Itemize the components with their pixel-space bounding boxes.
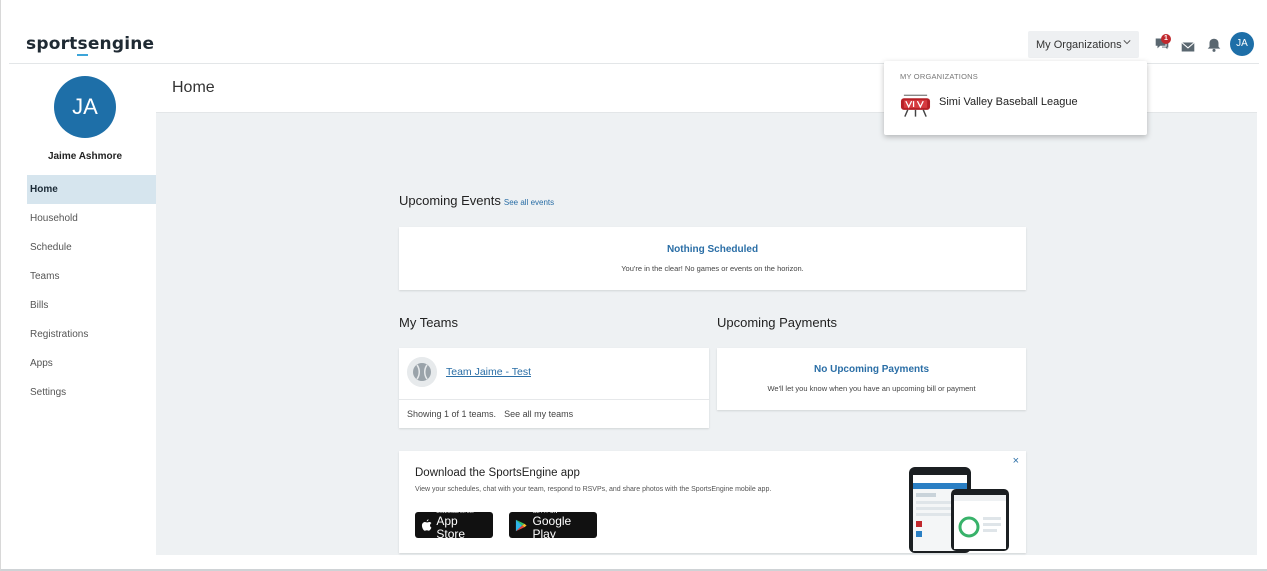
my-organizations-label: My Organizations — [1036, 38, 1122, 51]
bell-icon[interactable] — [1205, 36, 1223, 54]
teams-footer: Showing 1 of 1 teams. See all my teams — [399, 399, 709, 428]
nothing-scheduled-sub: You're in the clear! No games or events … — [621, 264, 804, 273]
app-window: sportsengine My Organizations 1 JA JA Ja… — [0, 0, 1267, 571]
main-content: Home Upcoming Events See all events Nothi… — [156, 65, 1257, 555]
sidebar-nav: Home Household Schedule Teams Bills Regi… — [27, 175, 156, 407]
organization-logo-icon — [900, 94, 931, 117]
see-all-events-link[interactable]: See all events — [504, 198, 554, 207]
app-promo-card: Download the SportsEngine app View your … — [399, 451, 1026, 553]
sidebar-item-household[interactable]: Household — [27, 204, 156, 233]
upcoming-payments-heading: Upcoming Payments — [717, 315, 837, 330]
upcoming-events-card: Nothing Scheduled You're in the clear! N… — [399, 227, 1026, 290]
upcoming-events-heading: Upcoming Events See all events — [399, 193, 555, 208]
upcoming-payments-card: No Upcoming Payments We'll let you know … — [717, 348, 1026, 410]
teams-count: Showing 1 of 1 teams. — [407, 409, 497, 419]
my-organizations-button[interactable]: My Organizations — [1028, 31, 1139, 58]
no-payments-title: No Upcoming Payments — [813, 364, 930, 375]
close-icon[interactable]: × — [1013, 455, 1019, 467]
sidebar-item-settings[interactable]: Settings — [27, 378, 156, 407]
app-promo-title: Download the SportsEngine app — [415, 467, 580, 479]
sidebar-item-bills[interactable]: Bills — [27, 291, 156, 320]
phone-mockup-image — [909, 467, 1009, 553]
apple-icon — [421, 519, 432, 531]
sidebar-item-teams[interactable]: Teams — [27, 262, 156, 291]
user-name: Jaime Ashmore — [47, 151, 123, 162]
see-all-teams-link[interactable]: See all my teams — [504, 409, 573, 419]
chevron-down-icon — [1123, 40, 1131, 45]
page-title: Home — [172, 79, 215, 96]
sidebar: JA Jaime Ashmore Home Household Schedule… — [9, 65, 156, 555]
chat-badge: 1 — [1161, 34, 1171, 44]
top-bar: sportsengine My Organizations 1 JA — [9, 8, 1259, 64]
nothing-scheduled-title: Nothing Scheduled — [666, 244, 759, 255]
sidebar-item-home[interactable]: Home — [27, 175, 156, 204]
my-teams-heading: My Teams — [399, 315, 458, 330]
app-promo-description: View your schedules, chat with your team… — [415, 486, 772, 493]
sportsengine-logo[interactable]: sportsengine — [26, 34, 154, 56]
baseball-icon — [407, 357, 437, 387]
google-play-icon — [515, 519, 527, 531]
my-organizations-section-label: MY ORGANIZATIONS — [900, 72, 978, 81]
app-store-button[interactable]: Download on the App Store — [415, 509, 493, 541]
sidebar-item-registrations[interactable]: Registrations — [27, 320, 156, 349]
sidebar-item-apps[interactable]: Apps — [27, 349, 156, 378]
organization-name: Simi Valley Baseball League — [939, 96, 1078, 108]
my-teams-card: Team Jaime - Test Showing 1 of 1 teams. … — [399, 348, 709, 428]
mail-icon[interactable] — [1179, 38, 1197, 56]
sidebar-item-schedule[interactable]: Schedule — [27, 233, 156, 262]
my-organizations-dropdown: MY ORGANIZATIONS Simi Valley Baseball Le… — [884, 61, 1147, 135]
user-avatar-small[interactable]: JA — [1230, 32, 1254, 56]
no-payments-sub: We'll let you know when you have an upco… — [767, 384, 976, 393]
google-play-button[interactable]: GET IT ON Google Play — [509, 509, 597, 541]
user-avatar[interactable]: JA — [54, 76, 116, 138]
team-link[interactable]: Team Jaime - Test — [446, 366, 531, 378]
